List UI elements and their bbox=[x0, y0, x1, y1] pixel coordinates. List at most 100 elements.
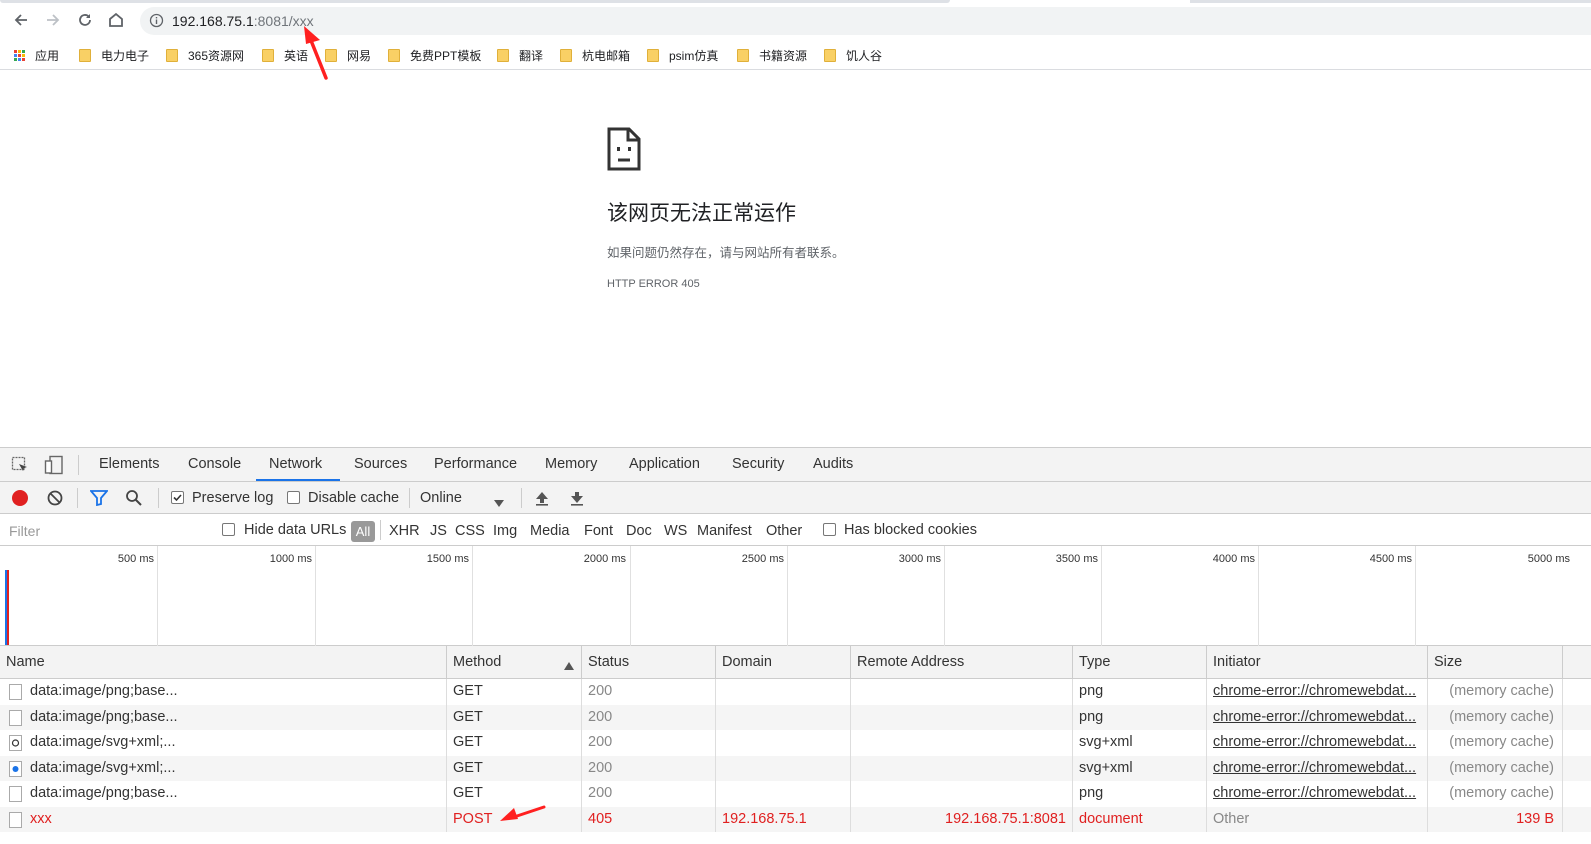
table-row[interactable]: data:image/svg+xml;... GET 200 svg+xml c… bbox=[0, 730, 1591, 756]
cell-initiator-link[interactable]: chrome-error://chromewebdat... bbox=[1207, 781, 1428, 807]
col-header-name[interactable]: Name bbox=[0, 646, 447, 679]
preserve-log-checkbox[interactable] bbox=[171, 491, 184, 504]
tab-security[interactable]: Security bbox=[732, 456, 784, 472]
divider bbox=[78, 455, 79, 475]
load-event-line bbox=[7, 570, 9, 645]
bookmark-folder[interactable]: psim仿真 bbox=[647, 46, 718, 64]
cell-initiator-link[interactable]: chrome-error://chromewebdat... bbox=[1207, 704, 1428, 730]
col-header-remote-address[interactable]: Remote Address bbox=[851, 646, 1073, 679]
address-bar[interactable]: 192.168.75.1:8081/xxx bbox=[140, 7, 1591, 35]
bookmark-folder[interactable]: 免费PPT模板 bbox=[388, 46, 481, 64]
disable-cache-checkbox[interactable] bbox=[287, 491, 300, 504]
bookmark-folder[interactable]: 翻译 bbox=[497, 46, 543, 64]
table-row[interactable]: data:image/png;base... GET 200 png chrom… bbox=[0, 704, 1591, 730]
tab-performance[interactable]: Performance bbox=[434, 456, 517, 472]
type-filter-font[interactable]: Font bbox=[584, 523, 613, 539]
filter-input[interactable]: Filter bbox=[3, 520, 206, 542]
hide-data-urls-checkbox[interactable] bbox=[222, 523, 235, 536]
table-row[interactable]: data:image/svg+xml;... GET 200 svg+xml c… bbox=[0, 755, 1591, 781]
type-filter-manifest[interactable]: Manifest bbox=[697, 523, 752, 539]
disable-cache-label[interactable]: Disable cache bbox=[308, 490, 399, 506]
folder-icon bbox=[824, 48, 836, 62]
devtools-tab-bar: Elements Console Network Sources Perform… bbox=[0, 448, 1591, 482]
bookmark-folder[interactable]: 饥人谷 bbox=[824, 46, 882, 64]
type-filter-xhr[interactable]: XHR bbox=[389, 523, 420, 539]
col-header-status[interactable]: Status bbox=[582, 646, 716, 679]
bookmark-label: 免费PPT模板 bbox=[410, 48, 482, 63]
sad-page-icon bbox=[607, 127, 641, 171]
type-filter-media[interactable]: Media bbox=[530, 523, 570, 539]
export-har-icon[interactable] bbox=[569, 490, 585, 509]
cell-status: 200 bbox=[582, 781, 716, 807]
has-blocked-cookies-checkbox[interactable] bbox=[823, 523, 836, 536]
cell-initiator-link[interactable]: chrome-error://chromewebdat... bbox=[1207, 755, 1428, 781]
reload-icon[interactable] bbox=[74, 9, 96, 31]
home-icon[interactable] bbox=[105, 9, 127, 31]
cell-domain bbox=[716, 755, 851, 781]
col-header-initiator[interactable]: Initiator bbox=[1207, 646, 1428, 679]
cell-method: GET bbox=[447, 730, 582, 756]
cell-initiator-link[interactable]: chrome-error://chromewebdat... bbox=[1207, 679, 1428, 705]
tab-memory[interactable]: Memory bbox=[545, 456, 597, 472]
error-title: 该网页无法正常运作 bbox=[607, 202, 796, 225]
tab-network[interactable]: Network bbox=[269, 456, 322, 472]
type-filter-css[interactable]: CSS bbox=[455, 523, 485, 539]
search-icon[interactable] bbox=[125, 489, 143, 510]
cell-type: png bbox=[1073, 679, 1207, 705]
tab-elements[interactable]: Elements bbox=[99, 456, 159, 472]
cell-initiator: Other bbox=[1207, 806, 1428, 832]
clear-icon[interactable] bbox=[46, 489, 64, 510]
filter-bar: Filter Hide data URLs All XHR JS CSS Img… bbox=[0, 514, 1591, 546]
type-filter-all[interactable]: All bbox=[351, 521, 375, 542]
tab-audits[interactable]: Audits bbox=[813, 456, 853, 472]
bookmark-folder[interactable]: 电力电子 bbox=[79, 46, 149, 64]
col-header-type[interactable]: Type bbox=[1073, 646, 1207, 679]
tab-console[interactable]: Console bbox=[188, 456, 241, 472]
page-content: 该网页无法正常运作 如果问题仍然存在，请与网站所有者联系。 HTTP ERROR… bbox=[0, 71, 1591, 447]
preserve-log-label[interactable]: Preserve log bbox=[192, 490, 273, 506]
type-filter-other[interactable]: Other bbox=[766, 523, 802, 539]
cell-method: GET bbox=[447, 781, 582, 807]
record-icon[interactable] bbox=[12, 490, 28, 506]
bookmark-folder[interactable]: 365资源网 bbox=[166, 46, 244, 64]
bookmark-label: psim仿真 bbox=[669, 48, 719, 63]
info-icon[interactable] bbox=[149, 13, 164, 32]
back-icon[interactable] bbox=[10, 9, 32, 31]
cell-type: png bbox=[1073, 704, 1207, 730]
cell-type: svg+xml bbox=[1073, 755, 1207, 781]
cell-status: 200 bbox=[582, 679, 716, 705]
bookmark-apps[interactable]: 应用 bbox=[14, 46, 59, 64]
col-header-method[interactable]: Method bbox=[447, 646, 582, 679]
table-row-error[interactable]: xxx POST 405 192.168.75.1 192.168.75.1:8… bbox=[0, 806, 1591, 832]
type-filter-ws[interactable]: WS bbox=[664, 523, 687, 539]
import-har-icon[interactable] bbox=[534, 490, 550, 509]
bookmark-folder[interactable]: 杭电邮箱 bbox=[560, 46, 630, 64]
cell-domain: 192.168.75.1 bbox=[716, 806, 851, 832]
bookmark-folder[interactable]: 书籍资源 bbox=[737, 46, 807, 64]
cell-initiator-link[interactable]: chrome-error://chromewebdat... bbox=[1207, 730, 1428, 756]
forward-icon[interactable] bbox=[42, 9, 64, 31]
divider bbox=[158, 488, 159, 508]
type-filter-js[interactable]: JS bbox=[430, 523, 447, 539]
throttle-select[interactable]: Online bbox=[420, 490, 462, 506]
network-timeline-overview[interactable]: 500 ms 1000 ms 1500 ms 2000 ms 2500 ms 3… bbox=[0, 546, 1591, 646]
folder-icon bbox=[647, 48, 659, 62]
table-row[interactable]: data:image/png;base... GET 200 png chrom… bbox=[0, 781, 1591, 807]
sort-ascending-icon bbox=[564, 658, 574, 673]
inspect-element-icon[interactable] bbox=[11, 456, 29, 477]
type-filter-doc[interactable]: Doc bbox=[626, 523, 652, 539]
error-subtitle: 如果问题仍然存在，请与网站所有者联系。 bbox=[607, 246, 845, 260]
dropdown-arrow-icon[interactable] bbox=[494, 495, 504, 510]
tab-sources[interactable]: Sources bbox=[354, 456, 407, 472]
device-toolbar-icon[interactable] bbox=[44, 455, 64, 478]
has-blocked-cookies-label[interactable]: Has blocked cookies bbox=[844, 522, 977, 538]
table-row[interactable]: data:image/png;base... GET 200 png chrom… bbox=[0, 679, 1591, 705]
tab-application[interactable]: Application bbox=[629, 456, 700, 472]
col-header-domain[interactable]: Domain bbox=[716, 646, 851, 679]
type-filter-img[interactable]: Img bbox=[493, 523, 517, 539]
filter-icon[interactable] bbox=[89, 490, 109, 509]
cell-remote-address bbox=[851, 755, 1073, 781]
col-header-size[interactable]: Size bbox=[1428, 646, 1563, 679]
hide-data-urls-label[interactable]: Hide data URLs bbox=[244, 522, 346, 538]
cell-status: 200 bbox=[582, 755, 716, 781]
